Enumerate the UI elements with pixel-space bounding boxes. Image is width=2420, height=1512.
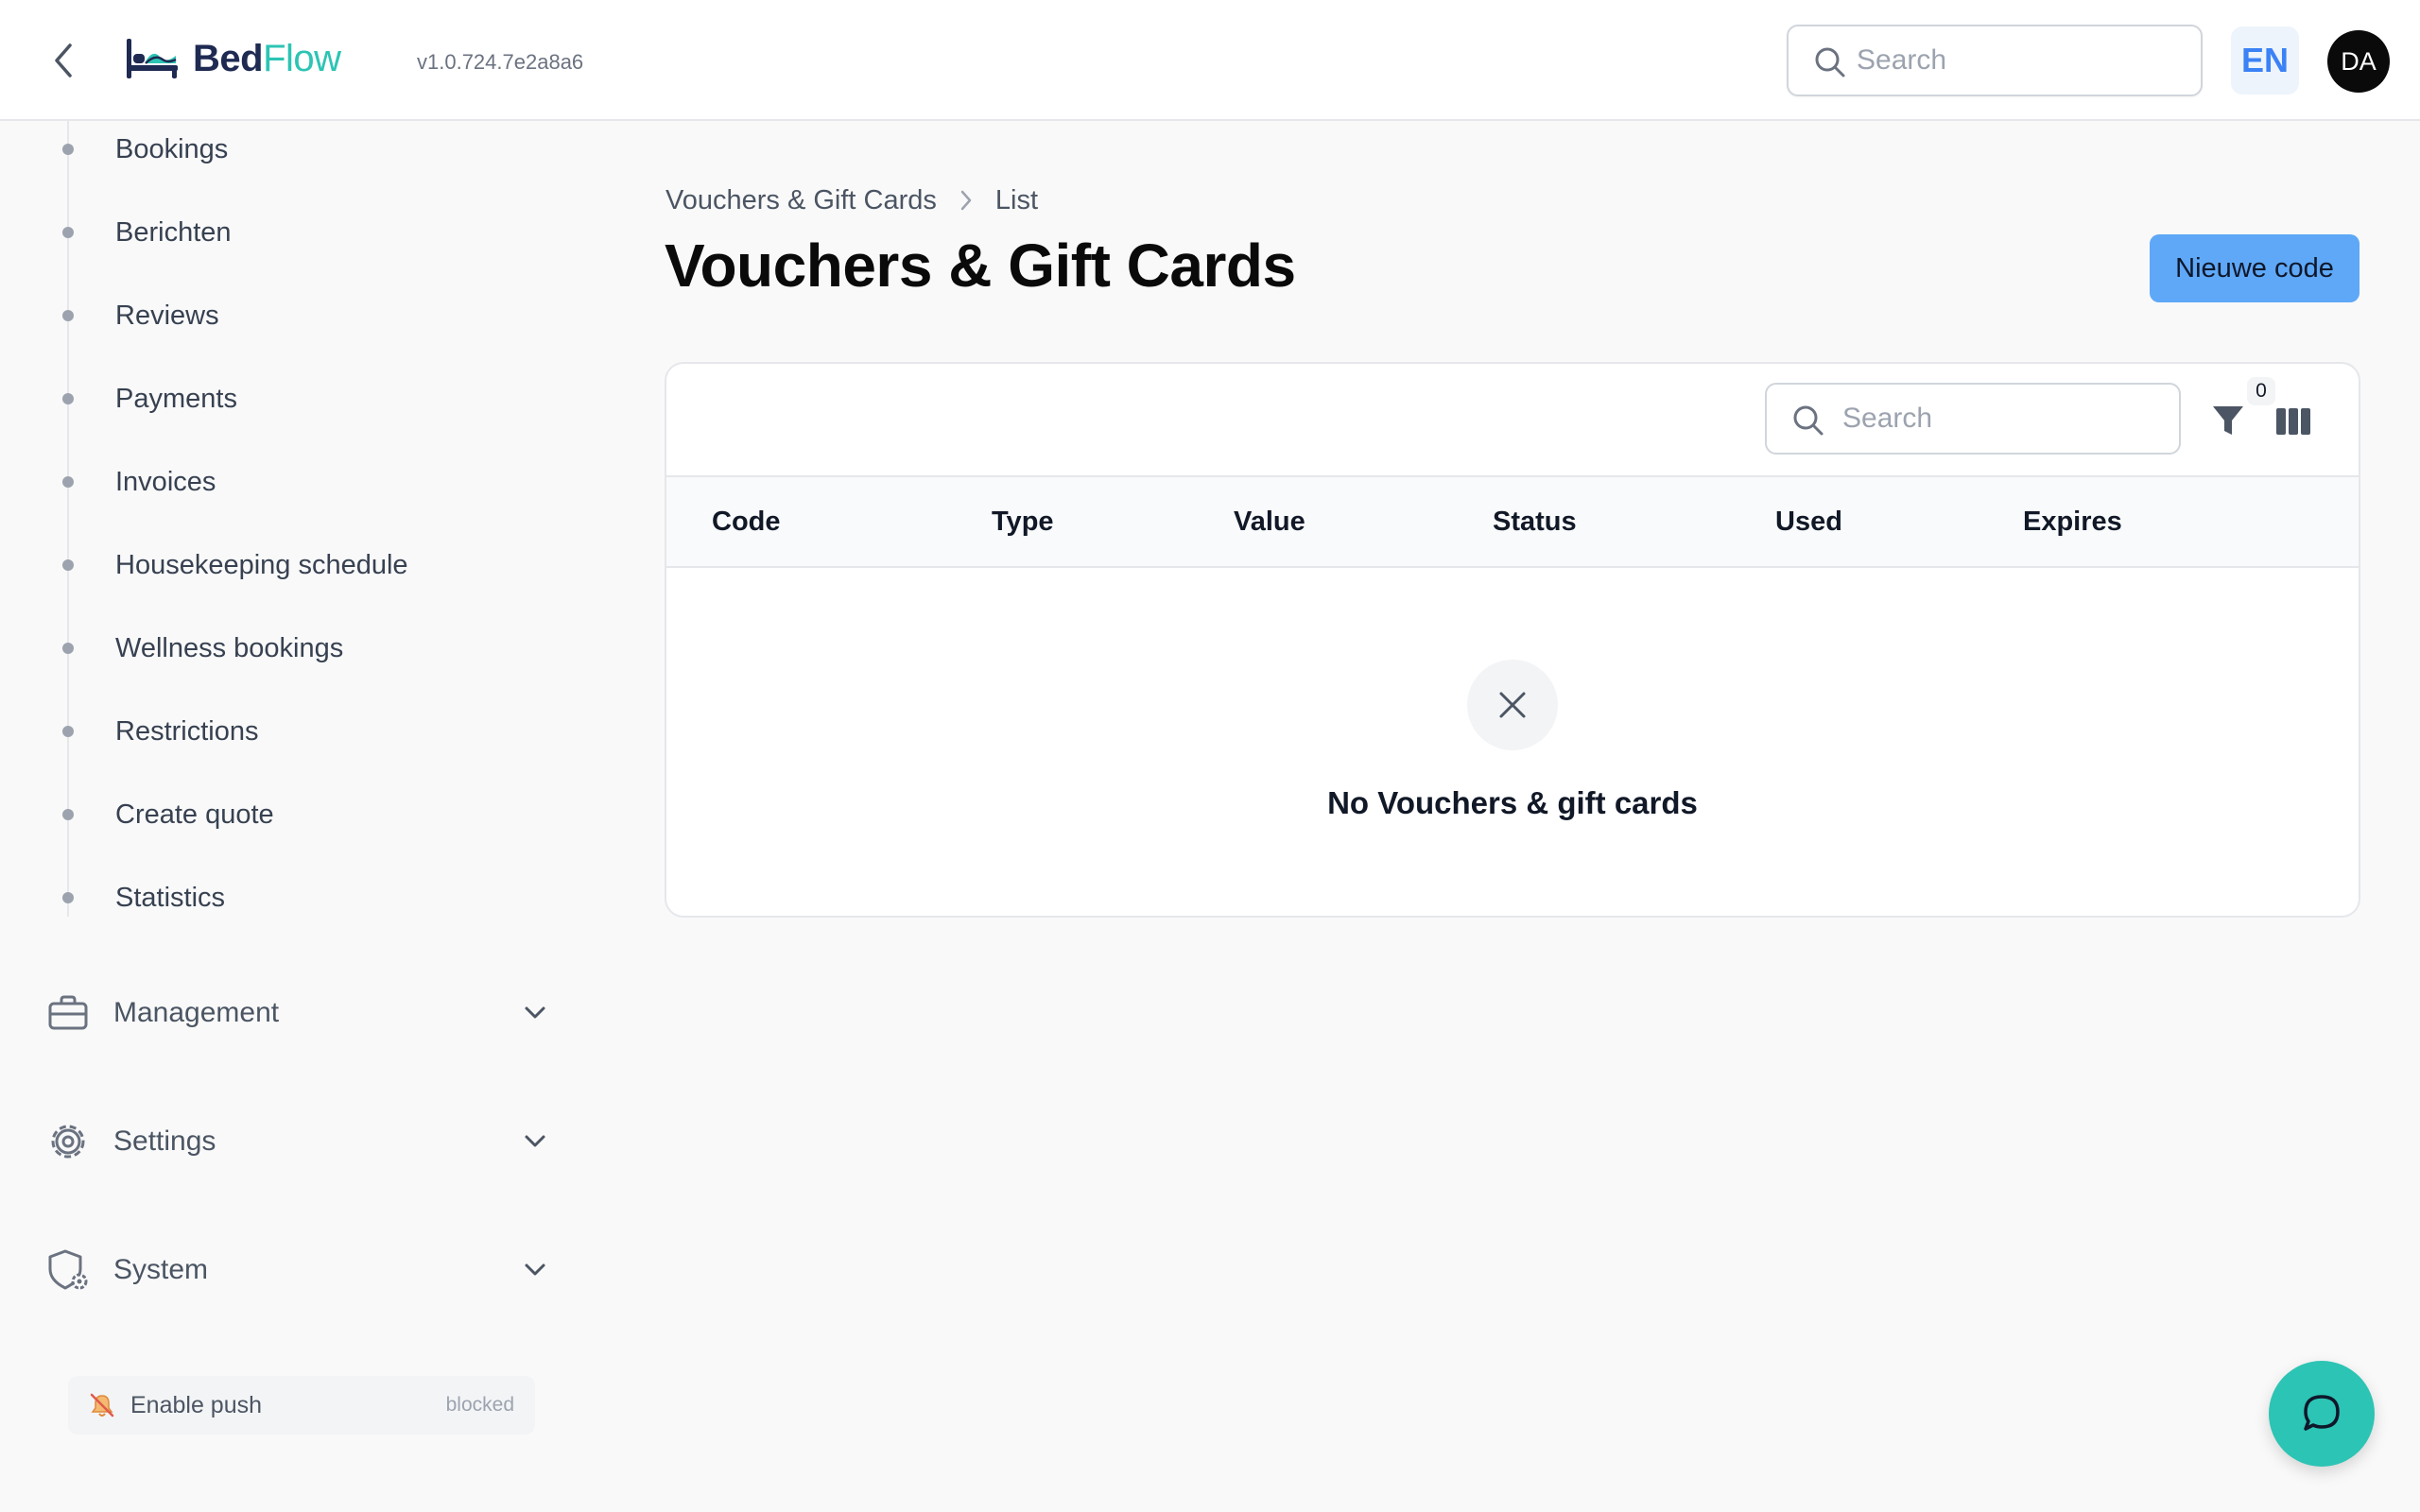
- push-status: blocked: [445, 1394, 514, 1416]
- column-header-type[interactable]: Type: [992, 477, 1054, 566]
- sidebar-item-label: Bookings: [115, 133, 229, 164]
- app-logo[interactable]: BedFlow: [125, 32, 341, 85]
- logo-text: BedFlow: [193, 38, 341, 80]
- chat-button[interactable]: [2269, 1361, 2375, 1467]
- sidebar-item-label: Invoices: [115, 466, 216, 497]
- sidebar-group-settings[interactable]: Settings: [45, 1108, 556, 1176]
- column-header-value[interactable]: Value: [1234, 477, 1305, 566]
- sidebar-group-label: Settings: [113, 1125, 216, 1157]
- sidebar-item-create-quote[interactable]: Create quote: [59, 788, 550, 841]
- new-code-button[interactable]: Nieuwe code: [2150, 234, 2360, 302]
- column-header-status[interactable]: Status: [1493, 477, 1577, 566]
- bullet-icon: [62, 892, 74, 903]
- sidebar-item-payments[interactable]: Payments: [59, 372, 550, 425]
- sidebar-group-label: System: [113, 1254, 209, 1285]
- breadcrumb: Vouchers & Gift Cards List: [666, 181, 1038, 219]
- bed-icon: [127, 39, 178, 78]
- chevron-down-icon: [520, 1255, 550, 1285]
- chat-bubble-icon: [2304, 1395, 2340, 1431]
- sidebar-item-label: Housekeeping schedule: [115, 549, 408, 580]
- bullet-icon: [62, 476, 74, 488]
- chevron-down-icon: [520, 1126, 550, 1157]
- bullet-icon: [62, 726, 74, 737]
- sidebar-group-label: Management: [113, 997, 280, 1028]
- empty-state-icon: [1467, 660, 1558, 750]
- bullet-icon: [62, 227, 74, 238]
- chevron-down-icon: [520, 998, 550, 1028]
- logo-part-bed: Bed: [193, 37, 264, 79]
- sidebar-group-system[interactable]: System: [45, 1236, 556, 1304]
- close-icon: [1499, 692, 1526, 718]
- bullet-icon: [62, 310, 74, 321]
- sidebar-item-label: Payments: [115, 383, 237, 414]
- language-switcher[interactable]: EN: [2231, 26, 2299, 94]
- user-avatar[interactable]: DA: [2327, 30, 2390, 93]
- sidebar-item-wellness[interactable]: Wellness bookings: [59, 622, 550, 675]
- columns-icon: [2276, 408, 2310, 435]
- shield-gear-icon: [45, 1247, 91, 1293]
- bullet-icon: [62, 809, 74, 820]
- bell-off-icon: [90, 1393, 114, 1418]
- bullet-icon: [62, 393, 74, 404]
- filter-button[interactable]: [2207, 400, 2249, 441]
- column-header-expires[interactable]: Expires: [2023, 477, 2122, 566]
- filter-icon: [2213, 406, 2243, 435]
- bullet-icon: [62, 643, 74, 654]
- search-icon: [1815, 47, 1845, 77]
- sidebar-group-management[interactable]: Management: [45, 979, 556, 1047]
- vouchers-table-card: 0 Code Type Value Status Used Expires No…: [665, 362, 2360, 918]
- sidebar-item-label: Create quote: [115, 799, 274, 830]
- bullet-icon: [62, 559, 74, 571]
- breadcrumb-item-list: List: [994, 184, 1039, 215]
- column-header-used[interactable]: Used: [1775, 477, 1842, 566]
- sidebar-item-label: Berichten: [115, 216, 232, 248]
- push-label: Enable push: [130, 1391, 263, 1418]
- column-header-code[interactable]: Code: [712, 477, 781, 566]
- sidebar-item-label: Wellness bookings: [115, 632, 344, 663]
- sidebar-item-label: Reviews: [115, 300, 219, 331]
- sidebar-item-label: Restrictions: [115, 715, 259, 747]
- table-toolbar: 0: [666, 364, 2359, 475]
- sidebar-item-housekeeping[interactable]: Housekeeping schedule: [59, 539, 550, 592]
- table-search-input[interactable]: [1842, 403, 2179, 435]
- back-button[interactable]: [45, 38, 83, 83]
- search-icon: [1793, 405, 1824, 436]
- sidebar-item-berichten[interactable]: Berichten: [59, 206, 550, 259]
- global-search-input[interactable]: [1857, 44, 2201, 77]
- sidebar: Bookings Berichten Reviews Payments Invo…: [0, 121, 605, 1512]
- enable-push-button[interactable]: Enable push blocked: [68, 1376, 535, 1435]
- table-search[interactable]: [1765, 383, 2181, 455]
- columns-toggle-button[interactable]: [2273, 402, 2313, 441]
- logo-part-flow: Flow: [263, 37, 341, 79]
- table-header: Code Type Value Status Used Expires: [666, 475, 2359, 568]
- sidebar-item-invoices[interactable]: Invoices: [59, 455, 550, 508]
- version-label: v1.0.724.7e2a8a6: [417, 50, 584, 74]
- top-bar: BedFlow v1.0.724.7e2a8a6 EN DA: [0, 0, 2420, 121]
- chevron-right-icon: [959, 189, 973, 212]
- bullet-icon: [62, 144, 74, 155]
- filter-count-badge: 0: [2247, 377, 2275, 405]
- sidebar-item-restrictions[interactable]: Restrictions: [59, 705, 550, 758]
- sidebar-item-reviews[interactable]: Reviews: [59, 289, 550, 342]
- sidebar-item-statistics[interactable]: Statistics: [59, 871, 550, 924]
- page-title: Vouchers & Gift Cards: [665, 232, 1296, 300]
- chevron-left-icon: [55, 43, 72, 77]
- global-search[interactable]: [1787, 25, 2203, 96]
- empty-state-message: No Vouchers & gift cards: [1327, 785, 1698, 820]
- briefcase-icon: [45, 990, 91, 1036]
- breadcrumb-item-vouchers[interactable]: Vouchers & Gift Cards: [666, 185, 937, 216]
- sidebar-item-label: Statistics: [115, 882, 226, 913]
- sidebar-item-bookings[interactable]: Bookings: [59, 123, 550, 176]
- gear-icon: [45, 1119, 91, 1164]
